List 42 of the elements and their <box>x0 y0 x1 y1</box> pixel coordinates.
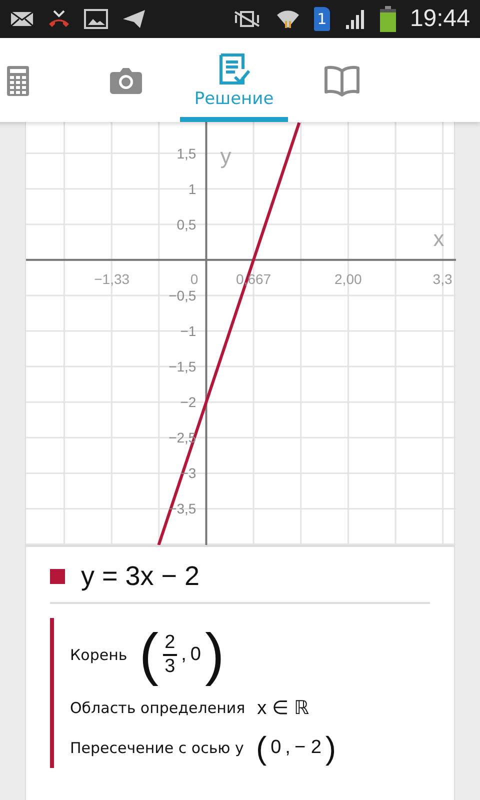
wifi-icon <box>276 8 300 30</box>
fraction: 2 3 <box>162 632 178 678</box>
camera-icon <box>110 67 142 94</box>
comma: , <box>181 644 186 666</box>
x-axis-title: x <box>433 226 444 251</box>
equation: y = 3x − 2 <box>81 561 200 592</box>
y-tick-label: 1,5 <box>176 145 196 162</box>
open-parenthesis: ( <box>139 626 159 684</box>
x-tick-label: −1,33 <box>94 270 130 287</box>
book-icon <box>324 64 360 96</box>
origin-label: 0 <box>190 270 198 287</box>
y-tick-label: −0,5 <box>168 287 196 304</box>
y-tick-label: 0,5 <box>176 216 196 232</box>
coordinate: 0 <box>270 737 282 759</box>
mail-icon <box>10 11 34 27</box>
property-label: Пересечение с осью y <box>70 739 244 757</box>
coordinate: − 2 <box>294 737 322 759</box>
y-tick-label: −1 <box>180 323 196 339</box>
property-label: Корень <box>70 646 128 664</box>
calculator-icon <box>7 66 29 96</box>
missed-call-icon <box>48 10 70 28</box>
open-parenthesis: ( <box>256 732 267 764</box>
sim-icon: 1 <box>314 7 330 31</box>
document-check-icon <box>218 52 250 84</box>
clock: 19:44 <box>410 5 470 33</box>
y-tick-label: −2 <box>180 394 196 410</box>
x-tick-label: 3,3 <box>432 270 452 287</box>
send-icon <box>122 9 146 29</box>
y-tick-label: −1,5 <box>168 358 196 375</box>
close-parenthesis: ) <box>205 626 224 684</box>
battery-icon <box>380 6 396 32</box>
y-tick-label: 1 <box>188 180 196 197</box>
comma: , <box>285 737 290 759</box>
domain-value: x ∈ ℝ <box>257 697 310 720</box>
image-icon <box>84 9 108 29</box>
coordinate: 0 <box>190 644 201 666</box>
mute-icon <box>232 9 262 29</box>
property-label: Область определения <box>70 699 246 717</box>
y-axis-title: y <box>220 143 232 168</box>
x-tick-label: 2,00 <box>334 270 362 287</box>
signal-icon <box>344 9 366 29</box>
close-parenthesis: ) <box>325 732 336 764</box>
